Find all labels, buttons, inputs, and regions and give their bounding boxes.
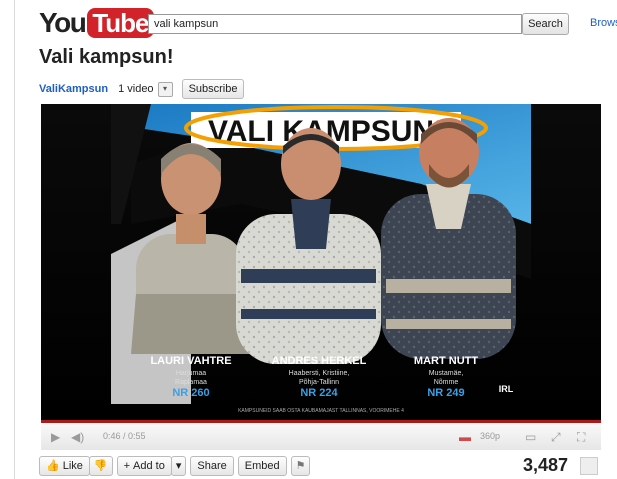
expand-icon[interactable]: ⤢ <box>551 430 561 445</box>
candidate-2-area2: Põhja-Tallinn <box>299 379 339 386</box>
youtube-logo[interactable]: You Tube <box>39 7 154 38</box>
video-count: 1 video <box>118 83 154 95</box>
thumbs-up-icon: 👍 <box>46 460 60 472</box>
search-input[interactable] <box>148 14 522 34</box>
candidate-3-number: NR 249 <box>427 387 464 399</box>
quality-selector[interactable]: 360p <box>480 431 500 441</box>
time-display: 0:46 / 0:55 <box>103 431 146 441</box>
player-controls: ▶ ◀) 0:46 / 0:55 ▬ 360p ▭ ⤢ ⛶ <box>41 420 601 450</box>
video-title: Vali kampsun! <box>39 46 174 68</box>
dislike-button[interactable]: 👎 <box>88 456 113 476</box>
thumbs-down-icon: 👎 <box>93 460 108 472</box>
volume-icon[interactable]: ◀) <box>71 430 84 444</box>
like-label: Like <box>62 460 83 472</box>
add-to-button[interactable]: + Add to <box>116 456 172 476</box>
footer-caption: KAMPSUNEID SAAB OSTA KAUBAMAJAST TALLINN… <box>238 408 404 414</box>
candidate-2-number: NR 224 <box>300 387 338 399</box>
candidate-1-number: NR 260 <box>172 387 209 399</box>
candidate-3-area2: Nõmme <box>434 379 459 386</box>
candidate-3-name: MART NUTT <box>414 355 478 367</box>
flag-button[interactable]: ⚑ <box>290 456 311 476</box>
share-button[interactable]: Share <box>190 456 234 476</box>
top-bar: You Tube Search Browse <box>15 0 617 44</box>
stats-icon[interactable] <box>580 457 598 475</box>
candidate-2-name: ANDRES HERKEL <box>272 355 367 367</box>
like-button[interactable]: 👍 Like <box>39 456 90 476</box>
candidate-2-area1: Haabersti, Kristiine, <box>289 370 350 377</box>
captions-icon[interactable]: ▬ <box>459 430 471 444</box>
action-bar: 👍 Like 👎 + Add to ▾ Share Embed ⚑ <box>39 456 314 476</box>
logo-tube-text: Tube <box>87 8 154 38</box>
candidate-1-area2: Raplamaa <box>175 379 207 386</box>
browse-link[interactable]: Browse <box>590 17 617 29</box>
candidate-1-area1: Harjumaa <box>176 370 206 377</box>
add-to-label: Add to <box>133 460 165 472</box>
search-button[interactable]: Search <box>522 13 569 35</box>
plus-icon: + <box>123 460 131 472</box>
play-icon[interactable]: ▶ <box>51 430 60 444</box>
video-frame: VALI KAMPSUN! LAURI VAHTRE Harjumaa Rapl… <box>41 104 601 420</box>
subscribe-button[interactable]: Subscribe <box>181 79 245 99</box>
add-to-dropdown[interactable]: ▾ <box>170 456 187 476</box>
candidate-1-name: LAURI VAHTRE <box>150 355 231 367</box>
chevron-down-icon: ▾ <box>175 460 182 472</box>
channel-link[interactable]: ValiKampsun <box>39 83 108 95</box>
channel-info: ValiKampsun 1 video ▾ Subscribe <box>39 79 245 99</box>
party-logo: IRL <box>499 384 514 394</box>
flag-icon: ⚑ <box>295 460 306 472</box>
embed-button[interactable]: Embed <box>237 456 287 476</box>
video-list-dropdown-icon[interactable]: ▾ <box>157 81 173 97</box>
popout-icon[interactable]: ▭ <box>525 430 536 444</box>
video-player[interactable]: VALI KAMPSUN! LAURI VAHTRE Harjumaa Rapl… <box>41 104 601 420</box>
youtube-page: You Tube Search Browse Vali kampsun! Val… <box>14 0 617 479</box>
candidate-3-area1: Mustamäe, <box>429 370 464 377</box>
logo-you-text: You <box>39 7 87 38</box>
view-count: 3,487 <box>523 455 569 475</box>
fullscreen-icon[interactable]: ⛶ <box>577 430 585 445</box>
